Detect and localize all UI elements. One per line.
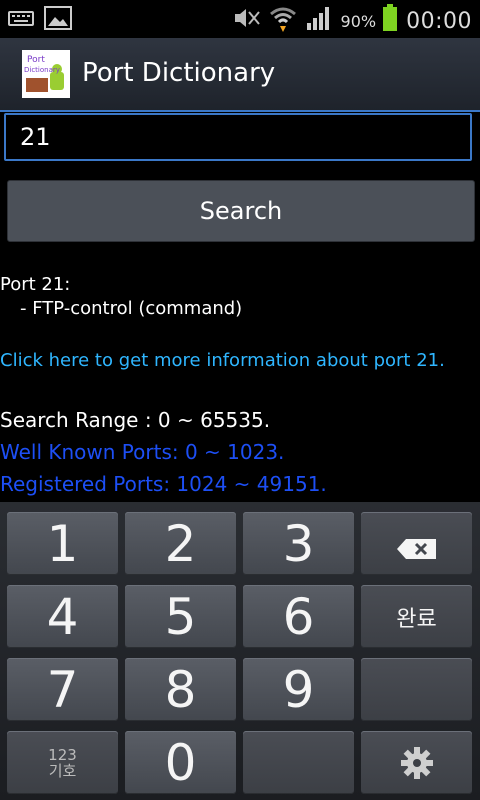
status-time: 00:00: [406, 8, 472, 34]
key-4[interactable]: 4: [7, 585, 118, 648]
app-logo-icon: Port Dictionary: [22, 50, 70, 98]
well-known-ports-link[interactable]: Well Known Ports: 0 ~ 1023.: [0, 440, 284, 464]
key-0[interactable]: 0: [125, 731, 236, 794]
status-right-icons: 90% 00:00: [231, 4, 472, 38]
wifi-icon: [269, 4, 297, 38]
key-2[interactable]: 2: [125, 512, 236, 575]
search-range-text: Search Range : 0 ~ 65535.: [0, 408, 271, 432]
gallery-icon: [44, 6, 72, 34]
gear-icon: [400, 734, 434, 792]
backspace-key[interactable]: [361, 512, 472, 575]
app-title: Port Dictionary: [82, 58, 276, 88]
key-1[interactable]: 1: [7, 512, 118, 575]
key-5[interactable]: 5: [125, 585, 236, 648]
empty-key-2[interactable]: [243, 731, 354, 794]
empty-key[interactable]: [361, 658, 472, 721]
port-search-input[interactable]: [4, 113, 472, 161]
mute-icon: [231, 5, 261, 37]
symbols-key[interactable]: 123 기호: [7, 731, 118, 794]
symbols-key-bottom: 기호: [48, 761, 77, 780]
battery-icon: [382, 4, 398, 38]
search-button[interactable]: Search: [7, 180, 475, 242]
signal-icon: [305, 5, 333, 37]
backspace-icon: [396, 515, 438, 573]
logo-text-dictionary: Dictionary: [24, 66, 60, 74]
action-bar: Port Dictionary Port Dictionary: [0, 38, 480, 112]
registered-ports-link[interactable]: Registered Ports: 1024 ~ 49151.: [0, 472, 327, 496]
status-left-icons: [8, 6, 72, 34]
key-7[interactable]: 7: [7, 658, 118, 721]
key-6[interactable]: 6: [243, 585, 354, 648]
settings-key[interactable]: [361, 731, 472, 794]
status-bar: 90% 00:00: [0, 0, 480, 38]
key-8[interactable]: 8: [125, 658, 236, 721]
battery-percent: 90%: [340, 11, 377, 31]
logo-text-port: Port: [27, 55, 45, 65]
done-key[interactable]: 완료: [361, 585, 472, 648]
keyboard-icon: [8, 9, 34, 31]
port-description: - FTP-control (command): [20, 298, 243, 319]
key-9[interactable]: 9: [243, 658, 354, 721]
symbols-key-top: 123: [48, 745, 77, 764]
key-3[interactable]: 3: [243, 512, 354, 575]
more-info-link[interactable]: Click here to get more information about…: [0, 350, 445, 371]
numeric-keypad: 1 2 3 4 5 6 완료 7 8 9 123 기호 0: [0, 502, 480, 800]
port-heading: Port 21:: [0, 274, 71, 295]
